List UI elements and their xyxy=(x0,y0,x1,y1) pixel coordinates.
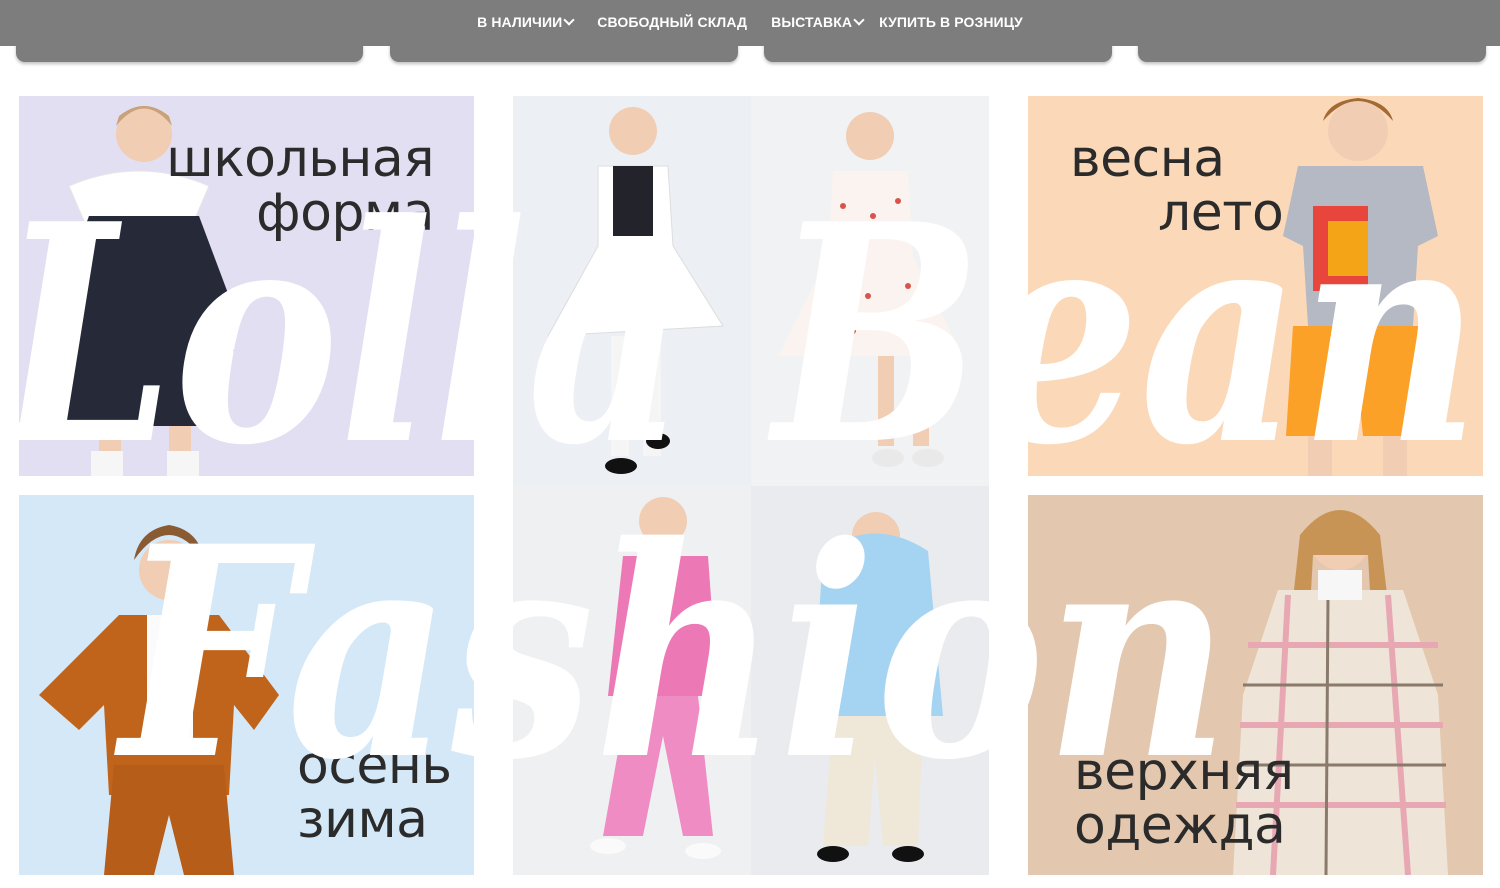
top-navigation-bar: В НАЛИЧИИ СВОБОДНЫЙ СКЛАД ВЫСТАВКА КУПИТ… xyxy=(0,0,1500,46)
title-line: лето xyxy=(1158,183,1284,243)
main-nav: В НАЛИЧИИ СВОБОДНЫЙ СКЛАД ВЫСТАВКА КУПИТ… xyxy=(0,0,1500,44)
children-models-photo xyxy=(547,107,963,862)
category-autumn-winter[interactable]: осень зима xyxy=(19,495,474,875)
nav-in-stock-label: В НАЛИЧИИ xyxy=(477,14,563,30)
title-line: весна xyxy=(1070,129,1225,189)
title-line: одежда xyxy=(1074,796,1286,856)
title-line: форма xyxy=(256,183,434,243)
nav-in-stock[interactable]: В НАЛИЧИИ xyxy=(465,0,585,44)
category-title: весна лето xyxy=(1070,129,1284,243)
chevron-down-icon xyxy=(563,14,575,26)
category-title: школьная форма xyxy=(166,132,434,240)
title-line: верхняя xyxy=(1074,742,1294,802)
category-title: осень зима xyxy=(297,739,452,847)
nav-exhibition-label: ВЫСТАВКА xyxy=(771,14,853,30)
category-title: верхняя одежда xyxy=(1074,742,1294,856)
chevron-down-icon xyxy=(853,14,865,26)
category-school-uniform[interactable]: школьная форма xyxy=(19,96,474,476)
nav-exhibition[interactable]: ВЫСТАВКА xyxy=(759,0,875,44)
nav-free-warehouse-label: СВОБОДНЫЙ СКЛАД xyxy=(597,14,748,30)
nav-buy-retail[interactable]: КУПИТЬ В РОЗНИЦУ xyxy=(875,0,1035,44)
title-line: зима xyxy=(297,790,428,850)
category-spring-summer[interactable]: весна лето xyxy=(1028,96,1483,476)
nav-buy-retail-label: КУПИТЬ В РОЗНИЦУ xyxy=(879,14,1023,30)
title-line: школьная xyxy=(166,129,434,189)
nav-free-warehouse[interactable]: СВОБОДНЫЙ СКЛАД xyxy=(585,0,759,44)
category-outerwear[interactable]: верхняя одежда xyxy=(1028,495,1483,875)
center-photo-collage[interactable] xyxy=(513,96,989,875)
title-line: осень xyxy=(297,736,452,796)
